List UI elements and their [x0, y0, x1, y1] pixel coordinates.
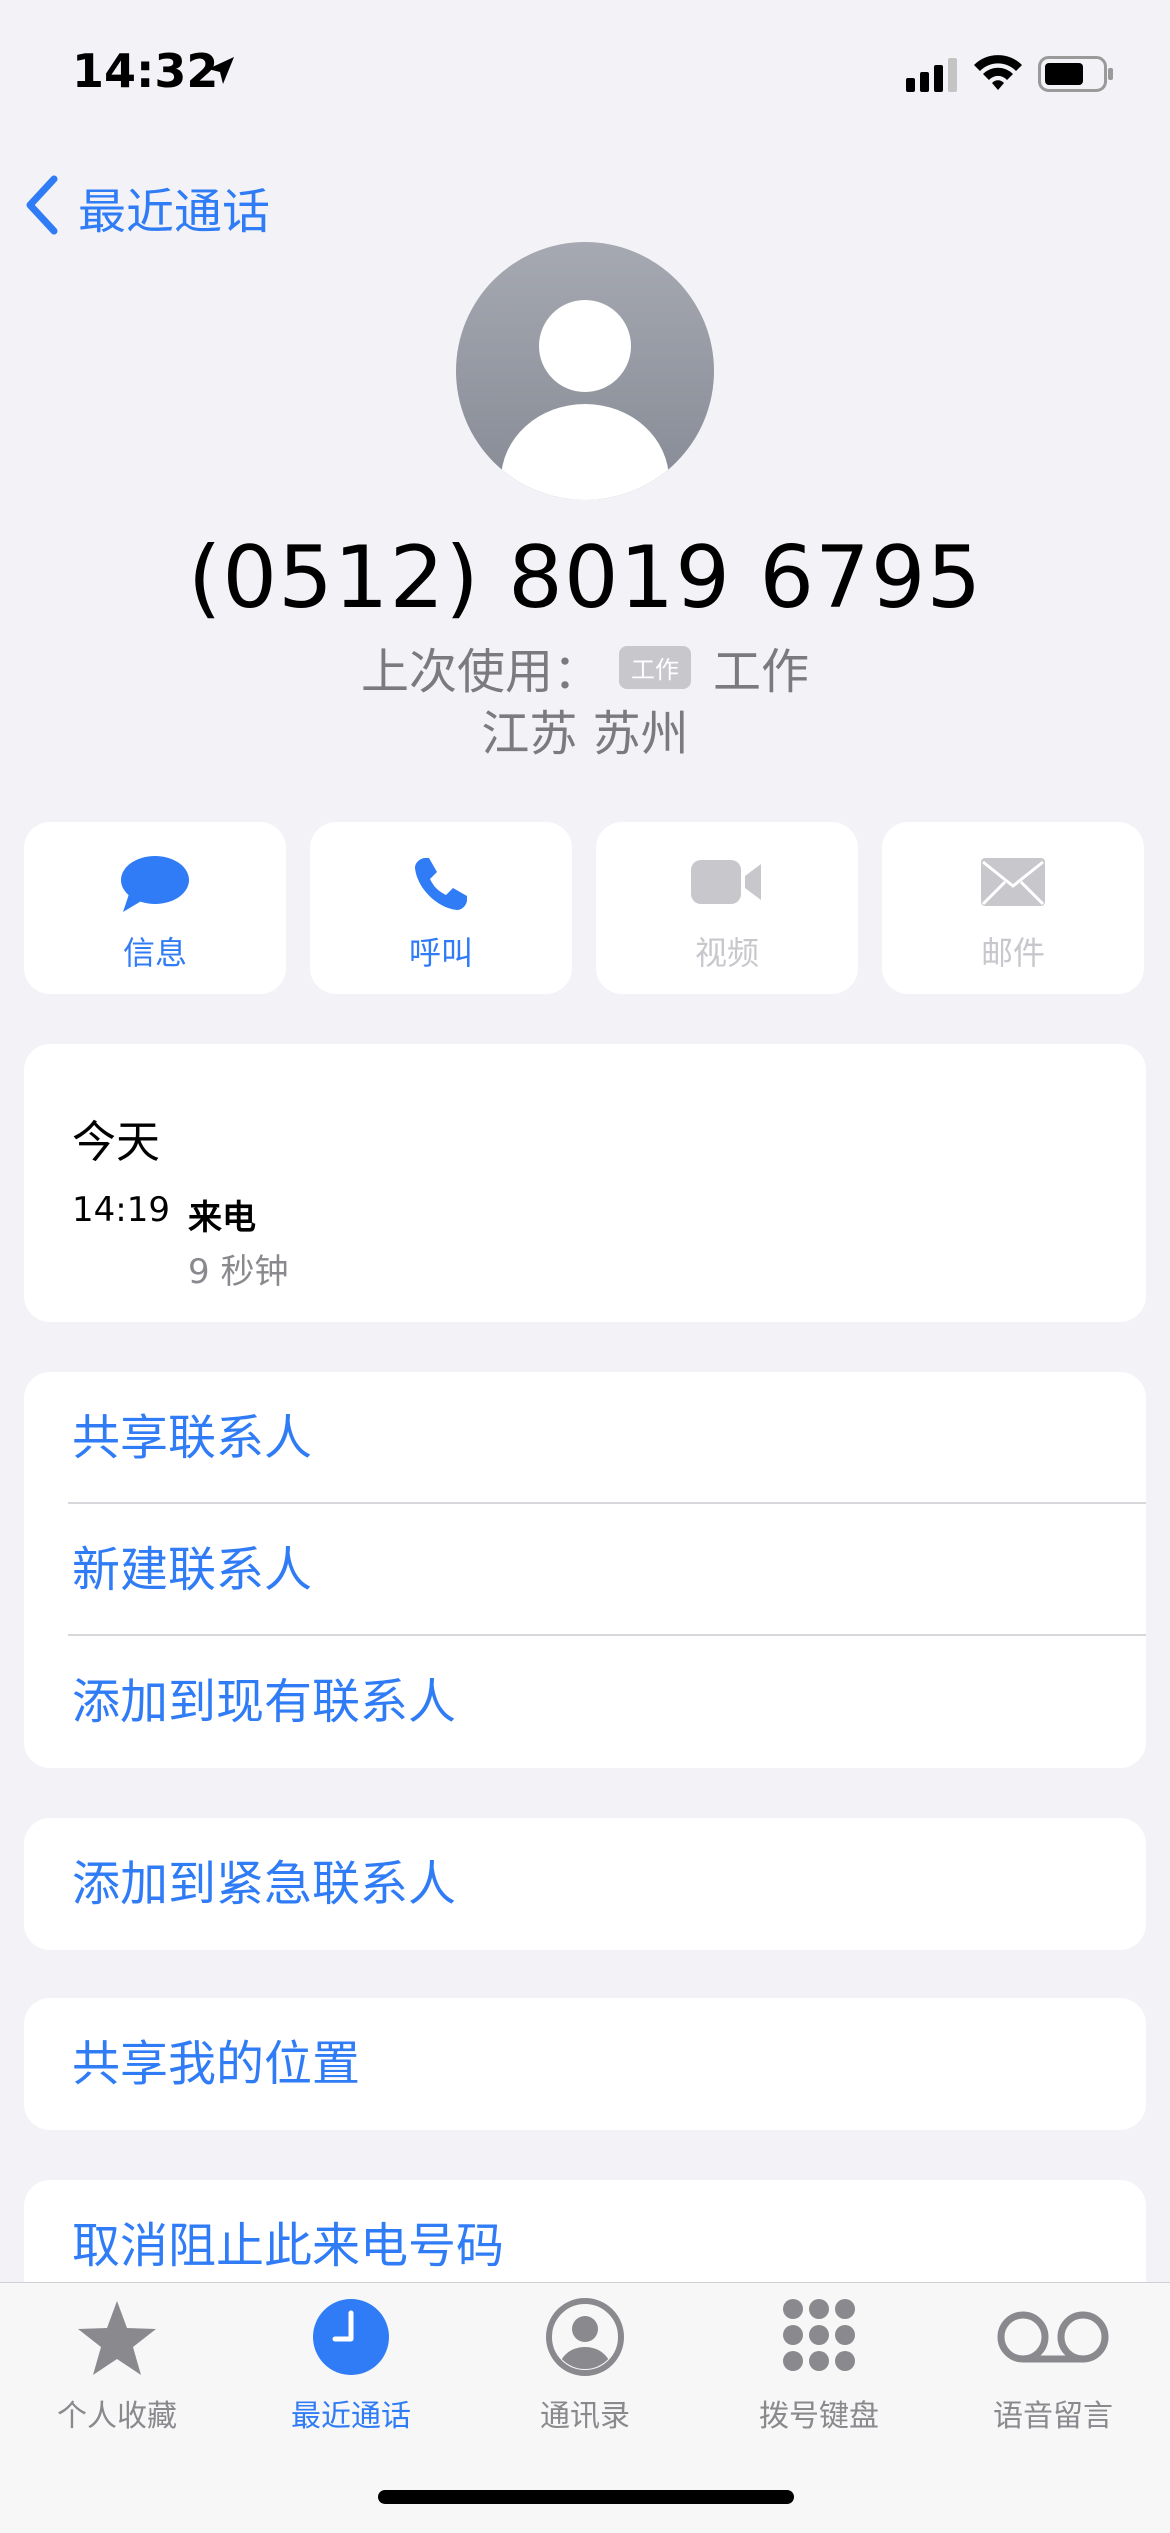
clock-icon	[234, 2297, 468, 2377]
chevron-left-icon	[22, 175, 62, 239]
tab-contacts[interactable]: 通讯录	[468, 2283, 702, 2463]
mail-icon	[882, 854, 1144, 910]
avatar	[456, 242, 714, 500]
share-location-row[interactable]: 共享我的位置	[24, 1998, 1146, 2130]
share-contact-row[interactable]: 共享联系人	[24, 1372, 1146, 1504]
tab-recents-label: 最近通话	[291, 2399, 411, 2434]
new-contact-label: 新建联系人	[72, 1542, 313, 1598]
line-badge: 工作	[619, 645, 691, 689]
video-button[interactable]: 视频	[596, 822, 858, 994]
add-to-existing-contact-row[interactable]: 添加到现有联系人	[24, 1636, 1146, 1768]
action-buttons: 信息 呼叫 视频 邮件	[24, 822, 1146, 994]
tab-keypad-label: 拨号键盘	[759, 2399, 879, 2434]
voicemail-icon	[936, 2297, 1170, 2377]
history-call-type: 来电	[188, 1198, 256, 1238]
last-used-prefix: 上次使用：	[360, 644, 601, 700]
message-button[interactable]: 信息	[24, 822, 286, 994]
history-time: 14:19	[72, 1190, 170, 1230]
message-icon	[24, 854, 286, 914]
video-icon	[596, 854, 858, 910]
tab-keypad[interactable]: 拨号键盘	[702, 2283, 936, 2463]
battery-icon	[1038, 56, 1114, 96]
history-day: 今天	[72, 1117, 160, 1168]
back-label: 最近通话	[78, 184, 271, 240]
star-icon	[0, 2297, 234, 2383]
mail-label: 邮件	[980, 934, 1045, 972]
call-button[interactable]: 呼叫	[310, 822, 572, 994]
last-used-line: 上次使用： 工作 工作	[0, 632, 1170, 702]
tab-voicemail-label: 语音留言	[993, 2399, 1113, 2434]
phone-icon	[310, 854, 572, 914]
history-duration: 9 秒钟	[188, 1252, 289, 1292]
share-contact-label: 共享联系人	[72, 1410, 313, 1466]
mail-button[interactable]: 邮件	[882, 822, 1144, 994]
signal-icon	[906, 56, 960, 96]
status-bar: 14:32	[0, 0, 1170, 150]
emergency-contact-card: 添加到紧急联系人	[24, 1818, 1146, 1950]
share-location-card: 共享我的位置	[24, 1998, 1146, 2130]
keypad-icon	[702, 2297, 936, 2377]
location-arrow-icon	[204, 54, 238, 92]
tab-contacts-label: 通讯录	[540, 2399, 630, 2434]
back-button[interactable]: 最近通话	[22, 172, 270, 242]
last-used-value: 工作	[713, 644, 810, 700]
home-indicator[interactable]	[378, 2490, 794, 2504]
video-label: 视频	[694, 934, 759, 972]
wifi-icon	[972, 52, 1024, 96]
person-circle-icon	[468, 2297, 702, 2377]
tab-recents[interactable]: 最近通话	[234, 2283, 468, 2463]
new-contact-row[interactable]: 新建联系人	[24, 1504, 1146, 1636]
call-history-card: 今天 14:19 来电 9 秒钟	[24, 1044, 1146, 1322]
contact-actions-card: 共享联系人 新建联系人 添加到现有联系人	[24, 1372, 1146, 1768]
tab-voicemail[interactable]: 语音留言	[936, 2283, 1170, 2463]
tab-favorites[interactable]: 个人收藏	[0, 2283, 234, 2463]
add-emergency-contact-label: 添加到紧急联系人	[72, 1856, 457, 1912]
message-label: 信息	[122, 934, 187, 972]
phone-number: (0512) 8019 6795	[187, 528, 983, 628]
add-emergency-contact-row[interactable]: 添加到紧急联系人	[24, 1818, 1146, 1950]
caller-location: 江苏 苏州	[481, 706, 689, 762]
call-label: 呼叫	[408, 934, 473, 972]
share-location-label: 共享我的位置	[72, 2036, 361, 2092]
tab-favorites-label: 个人收藏	[57, 2399, 177, 2434]
status-time: 14:32	[72, 44, 219, 98]
add-to-existing-contact-label: 添加到现有联系人	[72, 1674, 457, 1730]
